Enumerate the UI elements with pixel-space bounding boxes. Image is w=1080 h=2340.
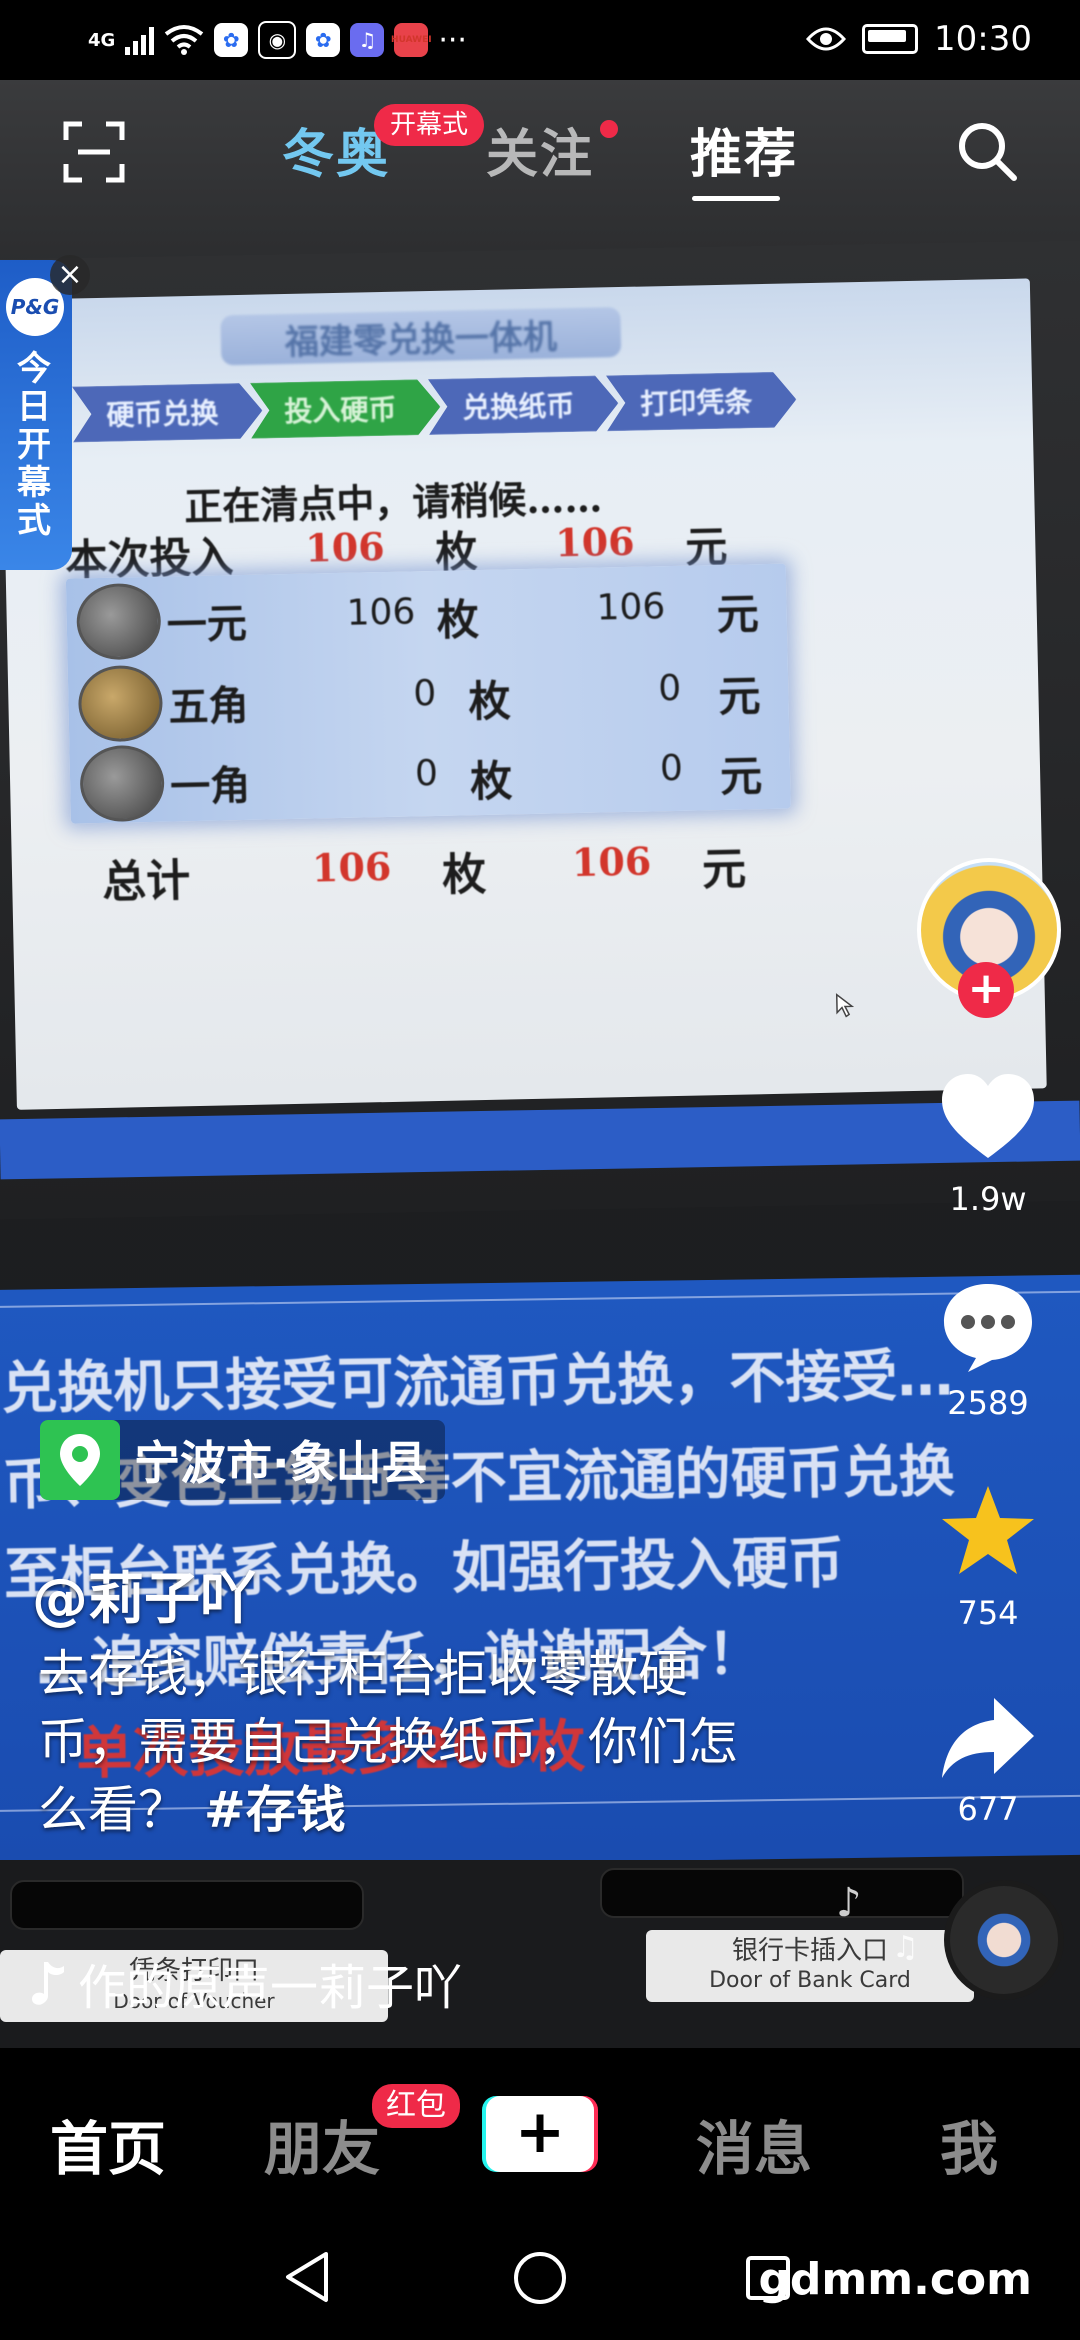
five-jiao-coin-icon [77,664,164,743]
wifi-icon [165,25,204,55]
coin-table: 一元 106 枚 106 元 五角 0 枚 0 元 一角 0 枚 0 元 [65,563,791,824]
atm-total-unit: 枚 [441,848,487,901]
network-label: 4G [88,29,116,51]
atm-total-count: 106 [311,843,392,891]
tab-friends[interactable]: 朋友 [264,2102,380,2186]
coin-row-name: 一角 [169,761,251,811]
tab-home[interactable]: 首页 [50,2102,166,2186]
signal-icon [125,25,155,55]
post-description: 去存钱，银行柜台拒收零散硬币，需要自己兑换纸币，你们怎么看？ #存钱 [38,1640,758,1844]
coin-row-unit: 枚 [469,756,513,807]
coin-row-unit: 枚 [436,595,480,645]
red-packet-badge: 红包 [372,2084,460,2128]
location-text: 宁波市·象山县 [134,1436,428,1490]
bottom-tab-bar: 首页 朋友 红包 + 消息 我 [0,2048,1080,2208]
favorite-count: 754 [957,1594,1019,1632]
clock: 10:30 [934,19,1032,59]
atm-screen-title: 福建零兑换一体机 [220,307,622,366]
floating-note-icon: ♪ [836,1880,862,1926]
cursor-icon [835,993,855,1018]
tab-recommended[interactable]: 推荐 [690,112,798,187]
hashtag-link[interactable]: #存钱 [204,1781,346,1839]
coin-row-name: 五角 [168,681,250,731]
tab-me[interactable]: 我 [940,2102,998,2186]
favorite-star-icon[interactable] [938,1482,1038,1582]
battery-icon [862,24,919,54]
back-icon[interactable] [282,2250,332,2304]
share-arrow-icon[interactable] [938,1690,1038,1790]
music-icon: ♫ [350,23,385,57]
coin-row-amount: 0 [657,667,682,710]
atm-steps: 硬币兑换 投入硬币 兑换纸币 打印凭条 [72,372,785,447]
coin-row-count: 0 [412,672,437,715]
following-red-dot [600,120,618,138]
comment-count: 2589 [947,1384,1029,1422]
music-info[interactable]: 作的原声一莉子吖 [30,1948,462,2018]
status-bar-right: 10:30 [806,14,1032,64]
coin-row-count: 0 [414,752,439,795]
coin-row-count: 106 [346,591,416,634]
location-pin-icon [40,1420,120,1500]
ad-close-button[interactable]: × [50,255,90,295]
active-tab-indicator [692,196,780,201]
atm-step: 打印凭条 [606,371,797,431]
status-bar-left: 4G ✿ ◉ ✿ ♫ HUAWEI ··· [88,18,467,62]
baidu-icon: ✿ [214,23,249,57]
atm-step: 兑换纸币 [428,375,619,435]
coin-row-currency: 元 [719,751,763,802]
card-slot [600,1868,964,1918]
eye-icon [806,27,847,51]
description-text: 去存钱，银行柜台拒收零散硬币，需要自己兑换纸币，你们怎么看？ [38,1645,738,1839]
tab-messages[interactable]: 消息 [696,2102,812,2186]
comment-icon[interactable] [938,1276,1038,1376]
atm-summary-amount: 106 [554,518,635,566]
atm-screen: 福建零兑换一体机 硬币兑换 投入硬币 兑换纸币 打印凭条 正在清点中，请稍候……… [0,278,1047,1110]
atm-step-active: 投入硬币 [250,379,441,439]
status-bar: 4G ✿ ◉ ✿ ♫ HUAWEI ··· 10:30 [0,0,1080,80]
weibo-icon: ◉ [258,21,297,59]
location-tag[interactable]: 宁波市·象山县 [40,1420,446,1500]
more-notifications: ··· [438,22,467,58]
coin-row-amount: 0 [659,747,684,790]
atm-total-amount: 106 [571,838,652,886]
watermark-text: gdmm.com [758,2254,1032,2305]
notice-line: 兑换机只接受可流通币兑换，不接受… [0,1343,954,1422]
floating-note-icon: ♫ [892,1930,919,1965]
music-note-icon [32,1962,64,2005]
coin-row-currency: 元 [716,589,760,640]
atm-status-text: 正在清点中，请稍候…… [183,475,603,530]
coin-row-currency: 元 [717,671,761,722]
search-icon[interactable] [954,118,1020,184]
tab-following[interactable]: 关注 [486,112,594,187]
coin-row-amount: 106 [596,586,666,629]
coin-row-name: 一元 [166,599,248,649]
create-button[interactable]: + [482,2096,598,2172]
scan-icon[interactable] [62,120,126,184]
share-count: 677 [957,1790,1019,1828]
atm-step: 硬币兑换 [72,383,263,443]
card-slot-label: 银行卡插入口 Door of Bank Card [646,1930,974,2002]
opening-ceremony-badge: 开幕式 [374,104,485,146]
home-circle-icon[interactable] [512,2250,568,2306]
one-yuan-coin-icon [75,582,162,661]
atm-total-label: 总计 [101,855,191,908]
like-heart-icon[interactable] [938,1070,1038,1170]
music-title: 作的原声一莉子吖 [78,1960,463,2016]
coin-row-unit: 枚 [468,676,512,727]
like-count: 1.9w [949,1180,1027,1218]
music-disc[interactable] [944,1880,1064,2000]
follow-button[interactable]: + [958,962,1014,1018]
atm-total-currency: 元 [701,843,747,896]
huawei-icon: HUAWEI [391,23,432,57]
ad-text[interactable]: 今日开幕式 [14,350,54,540]
create-plus-label: + [486,2096,594,2172]
voucher-slot [10,1880,364,1930]
atm-summary-count: 106 [304,524,386,571]
baidu-icon: ✿ [306,23,341,57]
author-username[interactable]: @莉子吖 [32,1554,256,1635]
one-jiao-coin-icon [79,744,165,823]
